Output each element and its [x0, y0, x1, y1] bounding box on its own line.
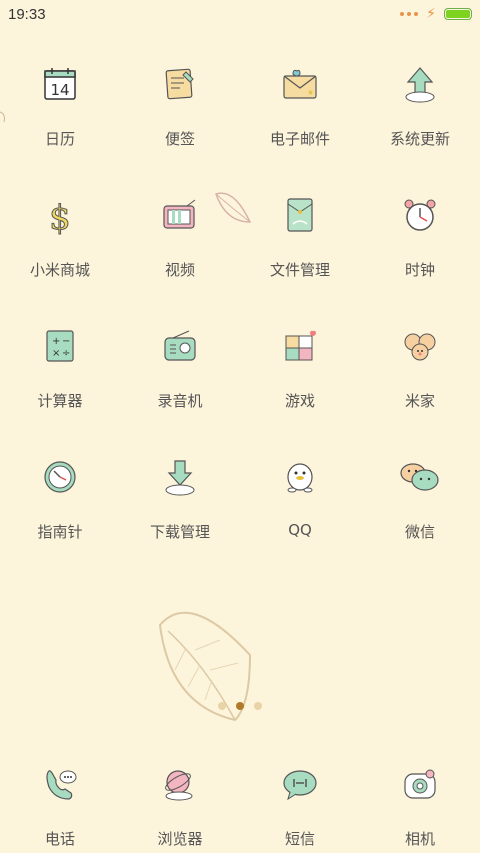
page-dot-active[interactable]: [236, 702, 244, 710]
status-bar: 19:33 ⚡: [0, 0, 480, 28]
svg-text:−: −: [62, 336, 70, 347]
app-label: 相机: [404, 830, 435, 848]
clock-icon: [396, 191, 444, 239]
app-calculator[interactable]: + − × ÷ 计算器: [0, 314, 120, 445]
compass-icon: [36, 453, 84, 501]
sms-icon: [276, 760, 324, 808]
dock-camera[interactable]: 相机: [360, 752, 480, 849]
app-recorder[interactable]: 录音机: [120, 314, 240, 445]
camera-icon: [396, 760, 444, 808]
app-wechat[interactable]: 微信: [360, 445, 480, 576]
app-label: 计算器: [37, 392, 83, 410]
page-indicator[interactable]: [0, 702, 480, 710]
update-icon: [396, 60, 444, 108]
calendar-day: 14: [50, 81, 69, 99]
app-game[interactable]: 游戏: [240, 314, 360, 445]
notes-icon: [156, 60, 204, 108]
app-label: 便签: [164, 130, 195, 148]
dock-sms[interactable]: 短信: [240, 752, 360, 849]
app-clock[interactable]: 时钟: [360, 183, 480, 314]
status-indicators: ⚡: [400, 7, 472, 21]
video-icon: [156, 191, 204, 239]
app-label: 时钟: [404, 261, 435, 279]
mijia-icon: [396, 322, 444, 370]
svg-text:+: +: [52, 336, 60, 347]
download-icon: [156, 453, 204, 501]
recorder-icon: [156, 322, 204, 370]
app-label: QQ: [288, 521, 312, 539]
app-label: 指南针: [37, 523, 83, 541]
charging-icon: ⚡: [426, 6, 436, 22]
file-manager-icon: [276, 191, 324, 239]
calendar-icon: 14: [36, 60, 84, 108]
app-calendar[interactable]: 14 日历: [0, 52, 120, 183]
app-label: 文件管理: [269, 261, 330, 279]
email-icon: ★: [276, 60, 324, 108]
app-compass[interactable]: 指南针: [0, 445, 120, 576]
phone-icon: [36, 760, 84, 808]
wechat-icon: [396, 453, 444, 501]
app-notes[interactable]: 便签: [120, 52, 240, 183]
app-label: 微信: [404, 523, 435, 541]
app-label: 电子邮件: [269, 130, 330, 148]
app-label: 电话: [44, 830, 75, 848]
svg-text:÷: ÷: [62, 348, 70, 359]
page-dot[interactable]: [254, 702, 262, 710]
app-label: 浏览器: [157, 830, 203, 848]
app-system-update[interactable]: 系统更新: [360, 52, 480, 183]
app-label: 录音机: [157, 392, 203, 410]
signal-dots-icon: [400, 12, 419, 16]
battery-icon: [444, 8, 472, 20]
svg-text:×: ×: [52, 348, 60, 359]
browser-icon: [156, 760, 204, 808]
app-email[interactable]: ★ 电子邮件: [240, 52, 360, 183]
page-dot[interactable]: [218, 702, 226, 710]
status-time: 19:33: [8, 5, 46, 23]
app-qq[interactable]: QQ: [240, 445, 360, 576]
qq-icon: [276, 453, 324, 501]
app-label: 小米商城: [29, 261, 90, 279]
app-grid: 14 日历 便签 ★ 电子邮件 系统更新 $ 小米商城 视频 文件管理 时钟 +…: [0, 52, 480, 576]
dock: 电话 浏览器 短信 相机: [0, 752, 480, 849]
app-label: 下载管理: [149, 523, 210, 541]
app-label: 日历: [44, 130, 75, 148]
app-file-manager[interactable]: 文件管理: [240, 183, 360, 314]
mall-icon: $: [36, 191, 84, 239]
app-download-manager[interactable]: 下载管理: [120, 445, 240, 576]
app-video[interactable]: 视频: [120, 183, 240, 314]
app-label: 米家: [404, 392, 435, 410]
dock-browser[interactable]: 浏览器: [120, 752, 240, 849]
app-mijia[interactable]: 米家: [360, 314, 480, 445]
svg-text:$: $: [49, 198, 71, 235]
dock-phone[interactable]: 电话: [0, 752, 120, 849]
svg-text:★: ★: [307, 88, 314, 97]
app-label: 系统更新: [389, 130, 450, 148]
app-label: 视频: [164, 261, 195, 279]
app-label: 游戏: [284, 392, 315, 410]
app-mall[interactable]: $ 小米商城: [0, 183, 120, 314]
app-label: 短信: [284, 830, 315, 848]
calculator-icon: + − × ÷: [36, 322, 84, 370]
game-icon: [276, 322, 324, 370]
